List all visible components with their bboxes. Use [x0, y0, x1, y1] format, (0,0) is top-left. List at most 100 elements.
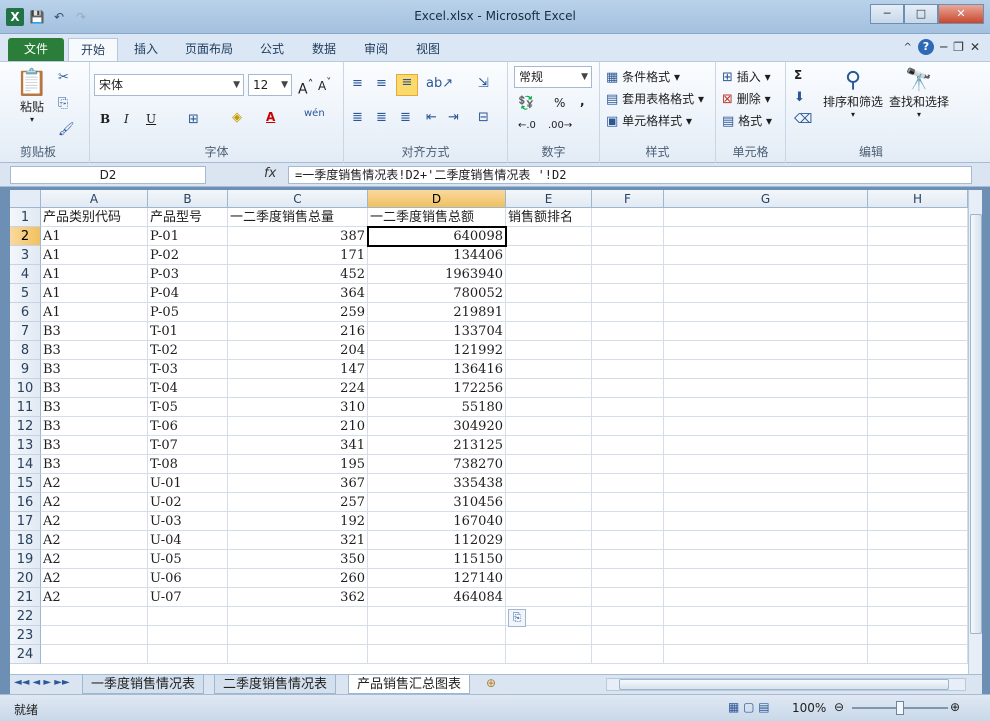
cell[interactable] — [506, 265, 592, 284]
cell[interactable] — [506, 626, 592, 645]
cell[interactable] — [506, 455, 592, 474]
cell[interactable] — [506, 436, 592, 455]
column-header[interactable]: F — [592, 190, 664, 208]
cell[interactable] — [664, 322, 868, 341]
fill-color-icon[interactable]: ◈ — [232, 110, 242, 125]
clear-icon[interactable]: ⌫ — [794, 112, 812, 127]
zoom-slider-thumb[interactable] — [896, 701, 904, 715]
cell[interactable]: U-06 — [148, 569, 228, 588]
cell[interactable]: U-05 — [148, 550, 228, 569]
sheet-nav-icon[interactable]: ◄◄ ◄ ► ►► — [14, 677, 70, 688]
cell[interactable]: U-04 — [148, 531, 228, 550]
collapse-ribbon-icon[interactable]: ^ — [904, 42, 912, 53]
cell[interactable] — [506, 398, 592, 417]
sheet-tab-q2[interactable]: 二季度销售情况表 — [214, 675, 337, 694]
fill-icon[interactable]: ⬇ — [794, 90, 805, 105]
cell[interactable] — [664, 512, 868, 531]
borders-icon[interactable]: ⊞ — [188, 112, 199, 127]
cell[interactable] — [148, 607, 228, 626]
cell[interactable] — [506, 493, 592, 512]
cell[interactable]: 259 — [228, 303, 368, 322]
cell[interactable]: 224 — [228, 379, 368, 398]
cell[interactable] — [868, 607, 968, 626]
cell[interactable] — [868, 645, 968, 664]
row-header[interactable]: 12 — [10, 417, 41, 436]
font-color-button[interactable]: A — [266, 110, 275, 124]
vertical-scrollbar[interactable] — [968, 190, 982, 674]
cell[interactable]: 1963940 — [368, 265, 506, 284]
increase-indent-icon[interactable]: ⇥ — [448, 110, 459, 125]
cell[interactable]: 341 — [228, 436, 368, 455]
phonetic-button[interactable]: wén — [304, 108, 325, 119]
cell[interactable]: 55180 — [368, 398, 506, 417]
column-header[interactable]: E — [506, 190, 592, 208]
cell[interactable]: 464084 — [368, 588, 506, 607]
cell[interactable]: 一二季度销售总量 — [228, 208, 368, 227]
align-right-icon[interactable]: ≣ — [400, 110, 411, 125]
zoom-level[interactable]: 100% — [792, 701, 826, 715]
cell[interactable] — [506, 645, 592, 664]
cell[interactable] — [664, 436, 868, 455]
align-center-icon[interactable]: ≣ — [376, 110, 387, 125]
cell[interactable]: 134406 — [368, 246, 506, 265]
cell[interactable] — [868, 322, 968, 341]
cell[interactable]: A2 — [41, 588, 148, 607]
cell[interactable]: T-02 — [148, 341, 228, 360]
row-header[interactable]: 23 — [10, 626, 41, 645]
cell[interactable] — [592, 417, 664, 436]
cell[interactable] — [228, 626, 368, 645]
cell[interactable] — [592, 265, 664, 284]
cell[interactable] — [506, 303, 592, 322]
cell[interactable] — [592, 284, 664, 303]
cell[interactable] — [664, 265, 868, 284]
cell[interactable] — [592, 379, 664, 398]
align-bottom-icon[interactable]: ≡ — [396, 74, 418, 96]
cell[interactable]: 172256 — [368, 379, 506, 398]
row-header[interactable]: 2 — [10, 227, 41, 246]
min-workbook-icon[interactable]: ─ — [940, 40, 947, 54]
row-header[interactable]: 8 — [10, 341, 41, 360]
cell[interactable]: 350 — [228, 550, 368, 569]
increase-decimal-icon[interactable]: ←.0 — [518, 120, 536, 131]
cell[interactable] — [664, 607, 868, 626]
currency-icon[interactable]: 💱 — [518, 96, 534, 111]
cell[interactable] — [506, 550, 592, 569]
align-left-icon[interactable]: ≣ — [352, 110, 363, 125]
tab-page-layout[interactable]: 页面布局 — [176, 38, 242, 61]
zoom-in-icon[interactable]: ⊕ — [950, 700, 960, 714]
cell[interactable] — [868, 436, 968, 455]
close-workbook-icon[interactable]: ✕ — [970, 40, 980, 54]
row-header[interactable]: 20 — [10, 569, 41, 588]
cell[interactable]: A1 — [41, 265, 148, 284]
cell[interactable] — [664, 550, 868, 569]
cell[interactable]: 195 — [228, 455, 368, 474]
row-header[interactable]: 17 — [10, 512, 41, 531]
cell[interactable]: 452 — [228, 265, 368, 284]
cell[interactable] — [506, 474, 592, 493]
number-format-select[interactable]: 常规 ▼ — [514, 66, 592, 88]
cell[interactable]: B3 — [41, 436, 148, 455]
name-box[interactable]: D2 — [10, 166, 206, 184]
row-header[interactable]: 11 — [10, 398, 41, 417]
cell[interactable] — [664, 626, 868, 645]
copy-icon[interactable]: ⎘ — [58, 96, 68, 111]
cell[interactable]: A1 — [41, 284, 148, 303]
cell[interactable]: 204 — [228, 341, 368, 360]
cell[interactable]: A1 — [41, 246, 148, 265]
cell[interactable]: B3 — [41, 322, 148, 341]
cell[interactable]: 738270 — [368, 455, 506, 474]
select-all-corner[interactable] — [10, 190, 41, 208]
paste-button[interactable]: 📋 粘贴 ▾ — [14, 68, 50, 124]
cell[interactable] — [41, 645, 148, 664]
row-header[interactable]: 22 — [10, 607, 41, 626]
cell[interactable]: U-02 — [148, 493, 228, 512]
cell[interactable]: A1 — [41, 303, 148, 322]
cell[interactable] — [868, 626, 968, 645]
cell[interactable] — [41, 626, 148, 645]
cell[interactable] — [664, 455, 868, 474]
cell[interactable] — [506, 322, 592, 341]
cell[interactable]: U-07 — [148, 588, 228, 607]
cell[interactable] — [506, 531, 592, 550]
cell[interactable] — [506, 588, 592, 607]
row-header[interactable]: 18 — [10, 531, 41, 550]
